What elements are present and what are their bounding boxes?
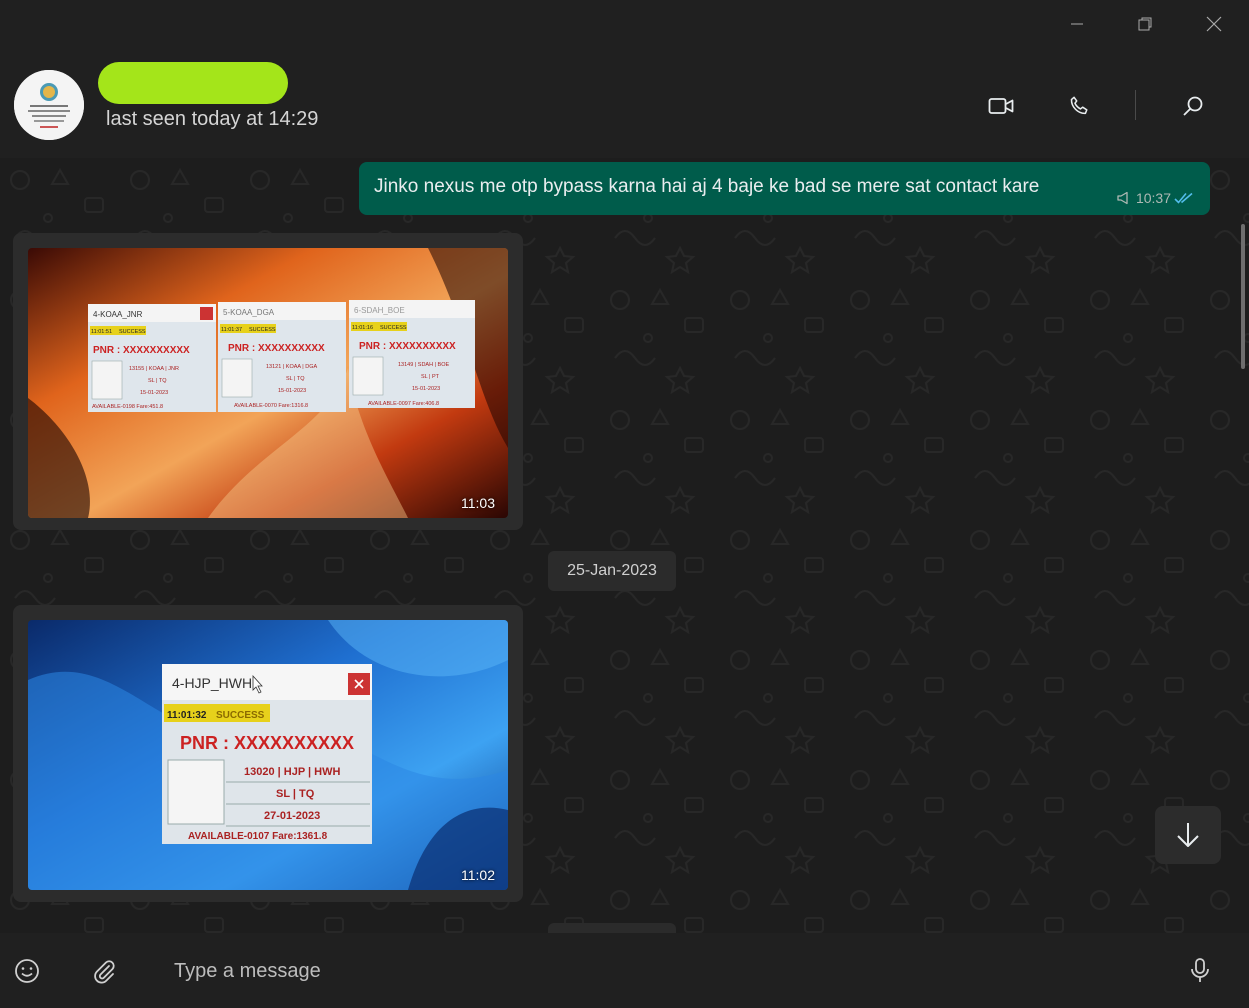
minimize-icon <box>1071 23 1083 25</box>
screen-pnr: PNR : XXXXXXXXXX <box>93 345 190 356</box>
image-attachment[interactable]: 4-KOAA_JNR 11:01:51 SUCCESS PNR : XXXXXX… <box>28 248 508 518</box>
screen-title: 6-SDAH_BOE <box>354 306 405 315</box>
message-input[interactable] <box>160 951 1168 991</box>
restore-button[interactable] <box>1122 8 1168 40</box>
message-text: Jinko nexus me otp bypass karna hai aj 4… <box>374 176 1040 197</box>
screen-date: 15-01-2023 <box>278 388 306 394</box>
chat-area[interactable]: Jinko nexus me otp bypass karna hai aj 4… <box>0 158 1249 933</box>
screen-status: SUCCESS <box>380 325 407 331</box>
broadcast-icon <box>1117 191 1128 205</box>
restore-icon <box>1138 17 1152 31</box>
screen-date: 15-01-2023 <box>412 386 440 392</box>
emoji-icon <box>15 959 39 983</box>
avatar-image <box>14 70 84 140</box>
voice-call-icon <box>1070 96 1088 115</box>
attach-button[interactable] <box>84 951 124 991</box>
screen-date: 15-01-2023 <box>140 390 168 396</box>
date-separator-partial <box>548 923 676 933</box>
message-meta: 10:37 <box>1117 190 1194 206</box>
attach-icon <box>94 960 115 984</box>
close-button[interactable] <box>1191 8 1237 40</box>
screen-title: 4-HJP_HWH <box>172 675 252 691</box>
screen-class: SL | TQ <box>276 788 315 800</box>
screen-class: SL | PT <box>421 374 440 380</box>
date-separator: 25-Jan-2023 <box>548 551 676 591</box>
screen-train: 13155 | KOAA | JNR <box>129 366 179 372</box>
screen-status: SUCCESS <box>216 710 265 721</box>
screen-availability: AVAILABLE-0198 Fare:451.8 <box>92 404 163 410</box>
screen-date: 27-01-2023 <box>264 810 320 822</box>
message-time: 11:03 <box>461 495 495 511</box>
outgoing-message-bubble[interactable]: Jinko nexus me otp bypass karna hai aj 4… <box>359 162 1210 215</box>
voice-message-button[interactable] <box>1180 951 1220 991</box>
screen-availability: AVAILABLE-0097 Fare:406.8 <box>368 401 439 407</box>
screen-class: SL | TQ <box>148 378 167 384</box>
photo-train-booking-screen: 4-HJP_HWH 11:01:32 SUCCESS PNR : XXXXXXX… <box>28 620 508 890</box>
emoji-button[interactable] <box>7 951 47 991</box>
screen-availability: AVAILABLE-0070 Fare:1316.8 <box>234 403 308 409</box>
search-icon <box>1183 96 1203 116</box>
chat-header: last seen today at 14:29 <box>0 48 1249 158</box>
last-seen-status: last seen today at 14:29 <box>106 108 319 130</box>
message-time: 10:37 <box>1135 190 1171 206</box>
search-button[interactable] <box>1173 86 1213 126</box>
microphone-icon <box>1191 958 1209 982</box>
screen-pnr: PNR : XXXXXXXXXX <box>228 343 325 354</box>
screen-status: SUCCESS <box>119 329 146 335</box>
image-attachment[interactable]: 4-HJP_HWH 11:01:32 SUCCESS PNR : XXXXXXX… <box>28 620 508 890</box>
image-message-bubble[interactable]: 4-KOAA_JNR 11:01:51 SUCCESS PNR : XXXXXX… <box>13 233 523 530</box>
image-message-bubble[interactable]: 4-HJP_HWH 11:01:32 SUCCESS PNR : XXXXXXX… <box>13 605 523 902</box>
screen-clock: 11:01:32 <box>167 710 207 721</box>
screen-train: 13020 | HJP | HWH <box>244 766 340 778</box>
photo-train-booking-screens: 4-KOAA_JNR 11:01:51 SUCCESS PNR : XXXXXX… <box>28 248 508 518</box>
read-receipt-icon <box>1174 192 1193 204</box>
close-icon <box>1206 16 1222 32</box>
video-call-button[interactable] <box>981 86 1021 126</box>
screen-class: SL | TQ <box>286 376 305 382</box>
chat-scrollbar[interactable] <box>1241 224 1245 369</box>
screen-status: SUCCESS <box>249 327 276 333</box>
window-titlebar <box>0 0 1249 48</box>
voice-call-button[interactable] <box>1059 86 1099 126</box>
screen-train: 13121 | KOAA | DGA <box>266 364 317 370</box>
video-call-icon <box>988 98 1014 114</box>
arrow-down-icon <box>1177 823 1199 847</box>
screen-clock: 11:01:16 <box>352 325 373 331</box>
scroll-to-bottom-button[interactable] <box>1155 806 1221 864</box>
screen-title: 5-KOAA_DGA <box>223 308 275 317</box>
contact-name-redacted[interactable] <box>98 62 288 104</box>
screen-availability: AVAILABLE-0107 Fare:1361.8 <box>188 831 328 842</box>
screen-train: 13149 | SDAH | BOE <box>398 362 449 368</box>
message-time: 11:02 <box>461 867 495 883</box>
screen-clock: 11:01:51 <box>91 329 112 335</box>
screen-clock: 11:01:37 <box>221 327 242 333</box>
message-composer <box>0 933 1249 1008</box>
screen-title: 4-KOAA_JNR <box>93 310 143 319</box>
minimize-button[interactable] <box>1054 8 1100 40</box>
avatar[interactable] <box>14 70 84 140</box>
screen-pnr: PNR : XXXXXXXXXX <box>180 733 354 753</box>
header-divider <box>1135 90 1136 120</box>
screen-pnr: PNR : XXXXXXXXXX <box>359 341 456 352</box>
